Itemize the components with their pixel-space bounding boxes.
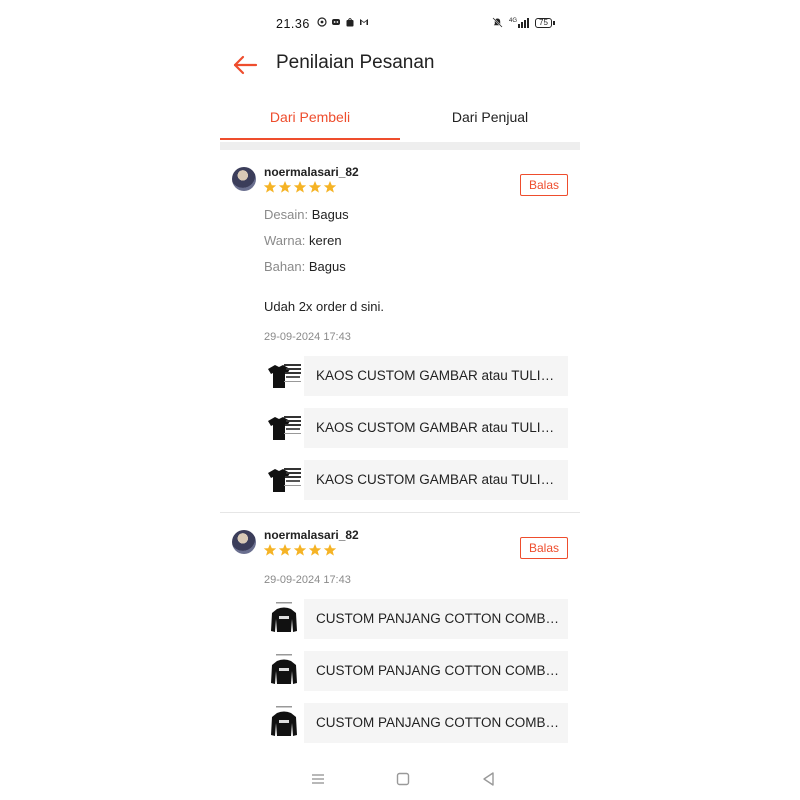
review-card: noermalasari_82 Balas 29-09-2024 17:43 C…	[220, 513, 580, 758]
menu-icon[interactable]	[306, 768, 330, 790]
product-thumbnail	[264, 356, 304, 396]
review-timestamp: 29-09-2024 17:43	[264, 574, 351, 586]
attribute-value: Bagus	[308, 259, 346, 274]
star-icon	[293, 181, 307, 193]
reviewer-username: noermalasari_82	[264, 528, 359, 542]
reply-button[interactable]: Balas	[520, 174, 568, 196]
product-name: KAOS CUSTOM GAMBAR atau TULISAN	[316, 368, 560, 383]
star-icon	[263, 544, 277, 556]
review-attribute: Desain: Bagus	[264, 207, 349, 222]
system-nav-bar	[220, 766, 580, 790]
star-icon	[278, 544, 292, 556]
back-arrow-icon[interactable]	[232, 52, 258, 78]
review-comment: Udah 2x order d sini.	[264, 299, 384, 314]
star-rating	[263, 180, 337, 194]
product-name: CUSTOM PANJANG COTTON COMBED	[316, 611, 560, 626]
star-icon	[293, 544, 307, 556]
whatsapp-icon	[317, 17, 327, 27]
gmail-icon	[360, 19, 368, 25]
status-right-icons: 4G 75	[492, 17, 555, 28]
star-icon	[278, 181, 292, 193]
active-tab-indicator	[220, 138, 400, 140]
product-item[interactable]: KAOS CUSTOM GAMBAR atau TULISAN	[264, 356, 568, 396]
tab-from-buyer[interactable]: Dari Pembeli	[220, 98, 400, 140]
star-icon	[323, 181, 337, 193]
star-icon	[308, 544, 322, 556]
tab-from-seller[interactable]: Dari Penjual	[400, 98, 580, 140]
battery-indicator: 75	[535, 17, 555, 28]
status-time: 21.36	[276, 17, 310, 31]
reviewer-username: noermalasari_82	[264, 165, 359, 179]
product-item[interactable]: CUSTOM PANJANG COTTON COMBED	[264, 703, 568, 743]
phone-screen: 21.36 4G 75 Penilaian Pesanan Dari Pembe…	[220, 0, 580, 800]
attribute-value: keren	[309, 233, 342, 248]
shopee-icon	[346, 18, 354, 27]
product-thumbnail	[264, 651, 304, 691]
star-icon	[263, 181, 277, 193]
avatar[interactable]	[232, 530, 256, 554]
product-name: KAOS CUSTOM GAMBAR atau TULISAN	[316, 420, 560, 435]
attribute-key: Warna:	[264, 233, 306, 248]
app-header: Penilaian Pesanan	[220, 44, 580, 84]
product-item[interactable]: KAOS CUSTOM GAMBAR atau TULISAN	[264, 460, 568, 500]
review-attribute: Warna: keren	[264, 233, 342, 248]
discord-icon	[332, 19, 340, 25]
star-icon	[308, 181, 322, 193]
product-thumbnail	[264, 599, 304, 639]
section-separator	[220, 142, 580, 150]
home-icon[interactable]	[391, 768, 415, 790]
attribute-value: Bagus	[311, 207, 349, 222]
status-bar: 21.36 4G 75	[220, 14, 580, 34]
signal-icon: 4G	[509, 17, 530, 28]
review-attribute: Bahan: Bagus	[264, 259, 346, 274]
back-triangle-icon[interactable]	[477, 768, 501, 790]
attribute-key: Bahan:	[264, 259, 306, 274]
product-name: CUSTOM PANJANG COTTON COMBED	[316, 663, 560, 678]
avatar[interactable]	[232, 167, 256, 191]
product-name: CUSTOM PANJANG COTTON COMBED	[316, 715, 560, 730]
network-type: 4G	[509, 17, 518, 24]
review-card: noermalasari_82 Balas Desain: Bagus Warn…	[220, 150, 580, 512]
review-tabs: Dari Pembeli Dari Penjual	[220, 98, 580, 142]
reply-button[interactable]: Balas	[520, 537, 568, 559]
attribute-key: Desain:	[264, 207, 309, 222]
product-item[interactable]: CUSTOM PANJANG COTTON COMBED	[264, 651, 568, 691]
product-thumbnail	[264, 703, 304, 743]
notification-icons	[317, 17, 369, 27]
product-thumbnail	[264, 408, 304, 448]
review-timestamp: 29-09-2024 17:43	[264, 331, 351, 343]
product-name: KAOS CUSTOM GAMBAR atau TULISAN	[316, 472, 560, 487]
star-rating	[263, 543, 337, 557]
product-item[interactable]: CUSTOM PANJANG COTTON COMBED	[264, 599, 568, 639]
mute-icon	[492, 17, 503, 28]
page-title: Penilaian Pesanan	[276, 52, 435, 73]
star-icon	[323, 544, 337, 556]
product-item[interactable]: KAOS CUSTOM GAMBAR atau TULISAN	[264, 408, 568, 448]
product-thumbnail	[264, 460, 304, 500]
